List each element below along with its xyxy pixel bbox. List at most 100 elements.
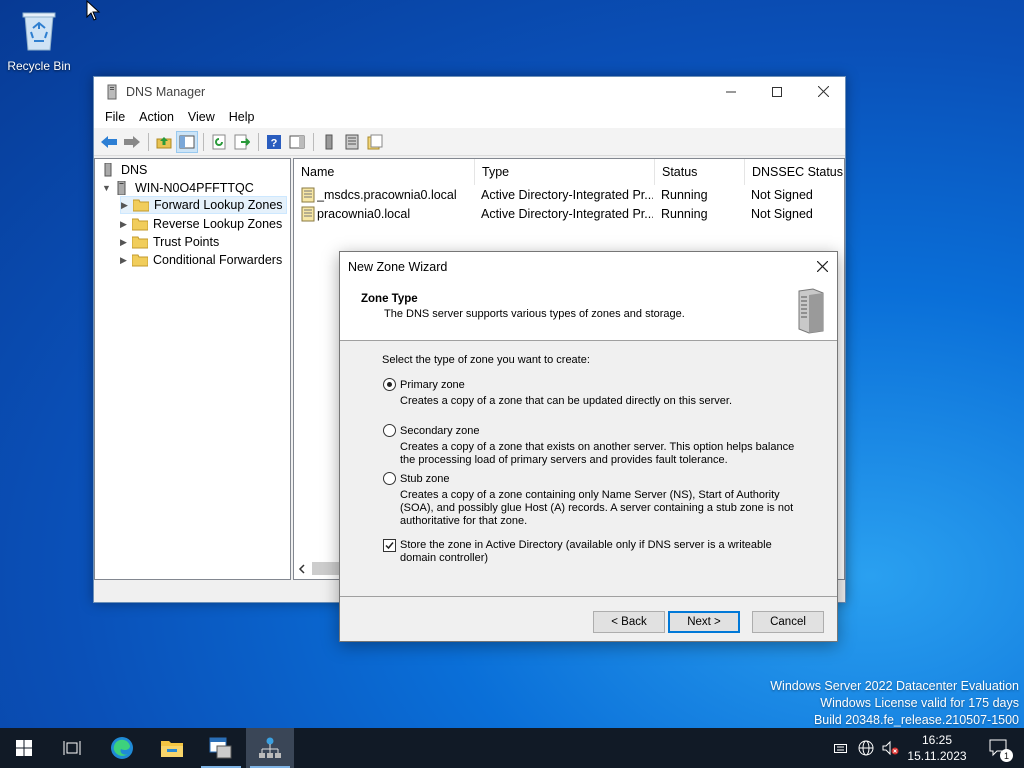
- clock-date: 15.11.2023: [907, 749, 967, 763]
- next-button[interactable]: Next >: [668, 611, 740, 633]
- radio-unselected-icon[interactable]: [383, 472, 396, 485]
- dialog-titlebar[interactable]: New Zone Wizard: [340, 252, 837, 281]
- radio-unselected-icon[interactable]: [383, 424, 396, 437]
- store-in-ad-label: Store the zone in Active Directory (avai…: [400, 539, 772, 564]
- server-manager-taskbar-button[interactable]: [197, 728, 245, 768]
- tree-node-conditional-forwarders[interactable]: ▶ Conditional Forwarders: [120, 251, 282, 269]
- tree-node-forward-lookup-zones[interactable]: ▶ Forward Lookup Zones: [120, 196, 287, 214]
- collapse-chevron-icon[interactable]: ▼: [102, 183, 114, 193]
- taskbar-clock[interactable]: 16:25 15.11.2023: [900, 732, 974, 764]
- maximize-button[interactable]: [754, 77, 800, 106]
- mouse-pointer-icon: [86, 0, 101, 21]
- console-tree: DNS ▼ WIN-N0O4PFFTTQC ▶ Forward Lookup Z…: [94, 158, 291, 580]
- zone-file-icon: [301, 206, 315, 222]
- horizontal-scrollbar[interactable]: [296, 560, 342, 577]
- secondary-zone-radio[interactable]: Secondary zone: [383, 424, 480, 437]
- back-arrow-icon: [101, 135, 117, 148]
- zones-toolbar-button[interactable]: [364, 131, 386, 153]
- close-icon: [817, 86, 829, 97]
- close-icon: [816, 261, 828, 272]
- refresh-icon: [212, 134, 226, 149]
- console-tree-icon: [179, 135, 195, 148]
- tree-node-trust-points[interactable]: ▶ Trust Points: [120, 233, 219, 251]
- export-list-button[interactable]: [231, 131, 253, 153]
- tree-node-label: Forward Lookup Zones: [154, 198, 283, 212]
- table-row[interactable]: pracownia0.local Active Directory-Integr…: [294, 205, 844, 224]
- back-toolbar-button[interactable]: [98, 131, 120, 153]
- checkbox-checked-icon[interactable]: [383, 539, 396, 552]
- secondary-zone-label: Secondary zone: [400, 424, 480, 437]
- edge-taskbar-button[interactable]: [98, 728, 146, 768]
- menu-action[interactable]: Action: [132, 110, 181, 124]
- radio-selected-icon[interactable]: [383, 378, 396, 391]
- refresh-button[interactable]: [208, 131, 230, 153]
- minimize-icon: [726, 91, 736, 92]
- menu-help[interactable]: Help: [222, 110, 262, 124]
- tree-node-label: Trust Points: [153, 235, 220, 249]
- tree-node-reverse-lookup-zones[interactable]: ▶ Reverse Lookup Zones: [120, 215, 282, 233]
- dialog-close-button[interactable]: [807, 252, 837, 281]
- primary-zone-description: Creates a copy of a zone that can be upd…: [400, 395, 733, 407]
- dns-manager-taskbar-button[interactable]: [246, 728, 294, 768]
- server-icon: [325, 134, 333, 149]
- checkmark-icon: [385, 542, 394, 550]
- help-button[interactable]: ?: [263, 131, 285, 153]
- column-header-dnssec-status[interactable]: DNSSEC Status: [745, 159, 844, 185]
- row-type: Active Directory-Integrated Pr...: [481, 188, 653, 202]
- toolbar-separator: [203, 132, 204, 151]
- toolbar: ?: [94, 128, 845, 156]
- column-header-status[interactable]: Status: [655, 159, 745, 185]
- task-view-button[interactable]: [48, 728, 96, 768]
- notification-count-badge: 1: [1000, 749, 1013, 762]
- windows-logo-icon: [16, 740, 32, 756]
- watermark-line-license: Windows License valid for 175 days: [820, 696, 1019, 710]
- tree-node-server[interactable]: ▼ WIN-N0O4PFFTTQC: [102, 179, 254, 197]
- toolbar-separator: [258, 132, 259, 151]
- tree-node-server-label: WIN-N0O4PFFTTQC: [135, 181, 254, 195]
- stub-zone-radio[interactable]: Stub zone: [383, 472, 450, 485]
- folder-icon: [132, 254, 148, 267]
- back-button[interactable]: < Back: [593, 611, 665, 633]
- volume-muted-icon[interactable]: [882, 740, 900, 756]
- expand-chevron-icon[interactable]: ▶: [121, 200, 133, 211]
- wizard-header: Zone Type The DNS server supports variou…: [340, 281, 837, 341]
- window-titlebar[interactable]: DNS Manager: [94, 77, 845, 106]
- menu-view[interactable]: View: [181, 110, 222, 124]
- close-button[interactable]: [800, 77, 846, 106]
- expand-chevron-icon[interactable]: ▶: [120, 219, 132, 230]
- secondary-zone-description: Creates a copy of a zone that exists on …: [400, 441, 795, 466]
- scrollbar-thumb[interactable]: [312, 562, 342, 575]
- folder-icon: [133, 199, 149, 212]
- up-one-level-button[interactable]: [153, 131, 175, 153]
- show-hide-console-tree-button[interactable]: [176, 130, 198, 153]
- minimize-button[interactable]: [708, 77, 754, 106]
- forward-toolbar-button[interactable]: [121, 131, 143, 153]
- column-header-name[interactable]: Name: [294, 159, 475, 185]
- server-toolbar-button[interactable]: [318, 131, 340, 153]
- menu-file[interactable]: File: [98, 110, 132, 124]
- system-tray: [834, 728, 900, 768]
- row-type: Active Directory-Integrated Pr...: [481, 207, 653, 221]
- maximize-icon: [772, 86, 782, 97]
- expand-chevron-icon[interactable]: ▶: [120, 255, 132, 266]
- keyboard-language-icon[interactable]: [834, 742, 850, 754]
- file-explorer-taskbar-button[interactable]: [148, 728, 196, 768]
- wizard-subheading: The DNS server supports various types of…: [384, 308, 685, 320]
- tree-node-dns[interactable]: DNS: [100, 161, 147, 179]
- cancel-button[interactable]: Cancel: [752, 611, 824, 633]
- recycle-bin[interactable]: Recycle Bin: [6, 8, 72, 73]
- store-in-ad-checkbox[interactable]: Store the zone in Active Directory (avai…: [383, 539, 810, 565]
- network-globe-icon[interactable]: [858, 740, 874, 756]
- list-toolbar-button[interactable]: [341, 131, 363, 153]
- toolbar-separator: [313, 132, 314, 151]
- toolbar-separator: [148, 132, 149, 151]
- show-action-pane-button[interactable]: [286, 131, 308, 153]
- start-button[interactable]: [0, 728, 48, 768]
- action-center-button[interactable]: 1: [976, 728, 1024, 768]
- primary-zone-radio[interactable]: Primary zone: [383, 378, 465, 391]
- folder-icon: [132, 218, 148, 231]
- expand-chevron-icon[interactable]: ▶: [120, 237, 132, 248]
- table-row[interactable]: _msdcs.pracownia0.local Active Directory…: [294, 186, 844, 205]
- column-header-type[interactable]: Type: [475, 159, 655, 185]
- row-name: _msdcs.pracownia0.local: [317, 188, 457, 202]
